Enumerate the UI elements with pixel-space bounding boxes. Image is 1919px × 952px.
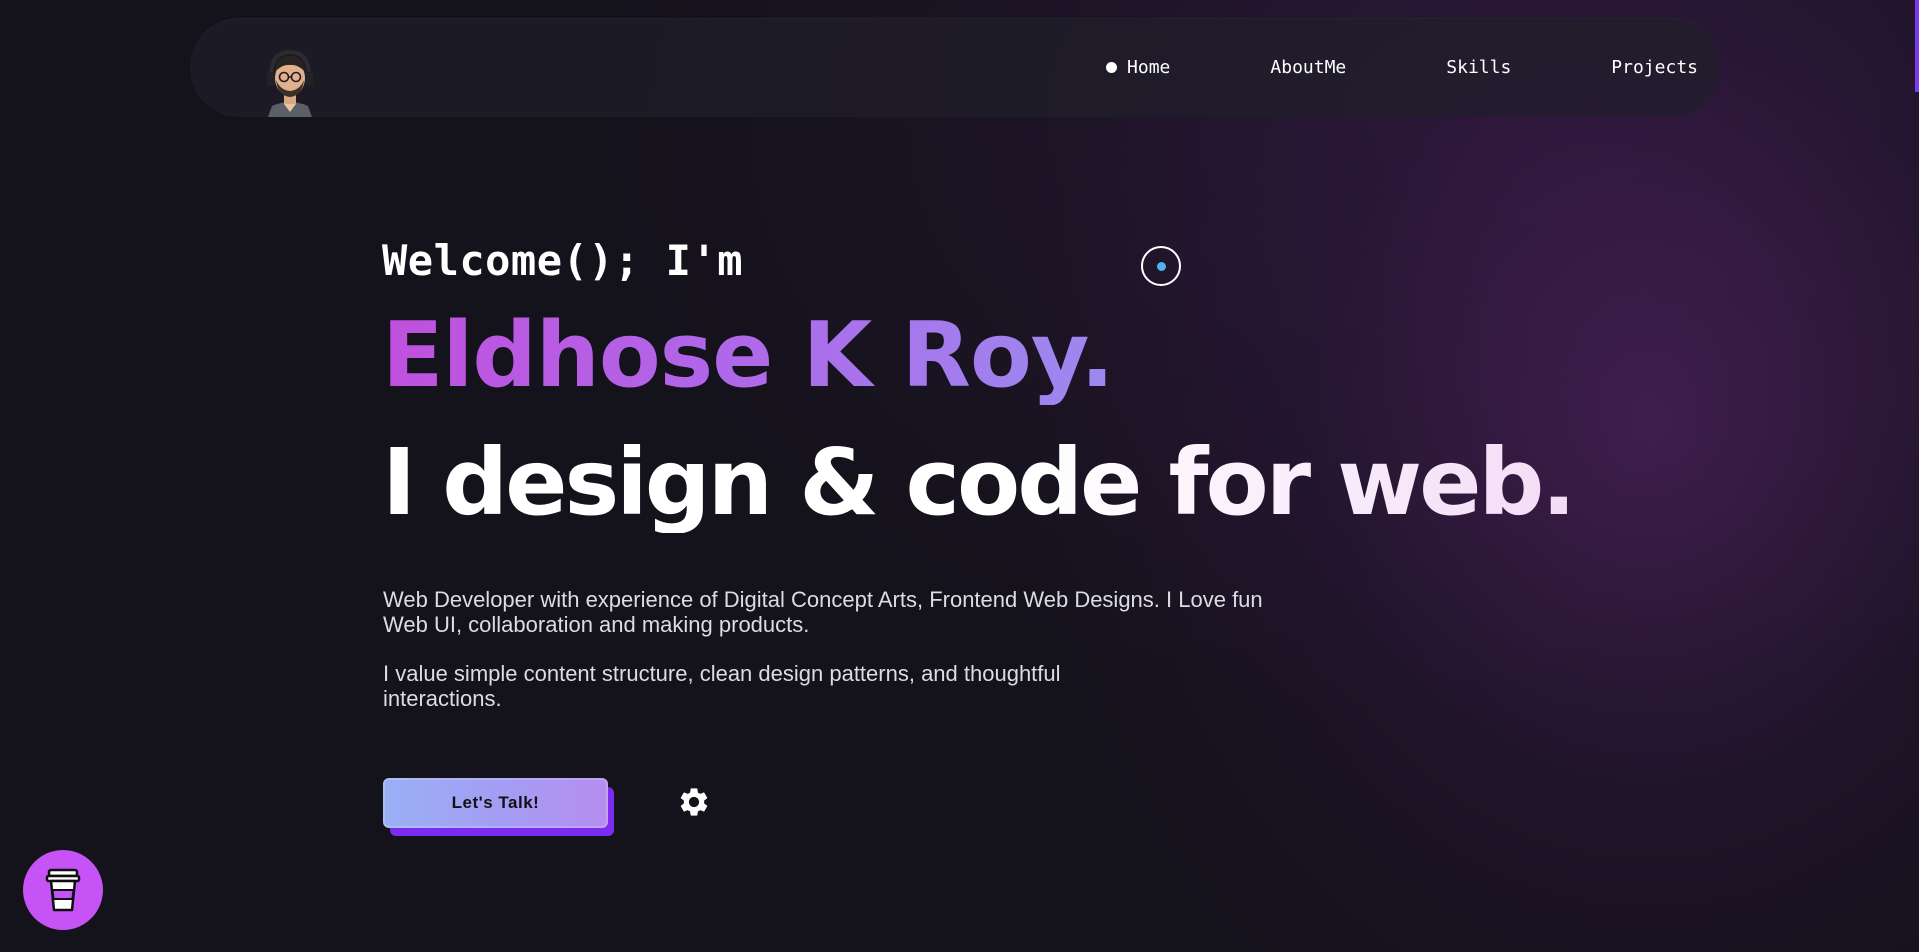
nav-item-aboutme[interactable]: AboutMe xyxy=(1270,57,1346,78)
nav-item-skills[interactable]: Skills xyxy=(1446,57,1511,78)
avatar-icon[interactable] xyxy=(262,46,318,117)
nav-item-label: Projects xyxy=(1611,57,1698,78)
gear-icon[interactable] xyxy=(677,785,711,819)
hero-tagline: I design & code for web. xyxy=(382,429,1576,536)
nav-item-home[interactable]: Home xyxy=(1106,57,1170,78)
values-paragraph: I value simple content structure, clean … xyxy=(383,661,1061,711)
coffee-cup-icon[interactable] xyxy=(23,850,103,930)
hero-name: Eldhose K Roy. xyxy=(382,303,1114,408)
nav-links: Home AboutMe Skills Projects xyxy=(1106,18,1720,117)
cursor-ring-icon xyxy=(1141,246,1181,286)
nav-item-label: Skills xyxy=(1446,57,1512,78)
nav-item-label: AboutMe xyxy=(1270,57,1347,78)
welcome-heading: Welcome(); I'm xyxy=(382,236,744,285)
active-indicator-icon xyxy=(1106,62,1118,73)
intro-paragraph: Web Developer with experience of Digital… xyxy=(383,587,1263,637)
cursor-dot-icon xyxy=(1157,262,1166,271)
page: Home AboutMe Skills Projects Welcome(); … xyxy=(0,0,1919,952)
cta-container: Let's Talk! xyxy=(383,778,615,837)
nav-item-label: Home xyxy=(1127,57,1171,78)
lets-talk-button[interactable]: Let's Talk! xyxy=(383,778,608,828)
navbar: Home AboutMe Skills Projects xyxy=(190,18,1720,117)
scroll-indicator xyxy=(1915,0,1919,92)
nav-item-projects[interactable]: Projects xyxy=(1611,57,1698,78)
